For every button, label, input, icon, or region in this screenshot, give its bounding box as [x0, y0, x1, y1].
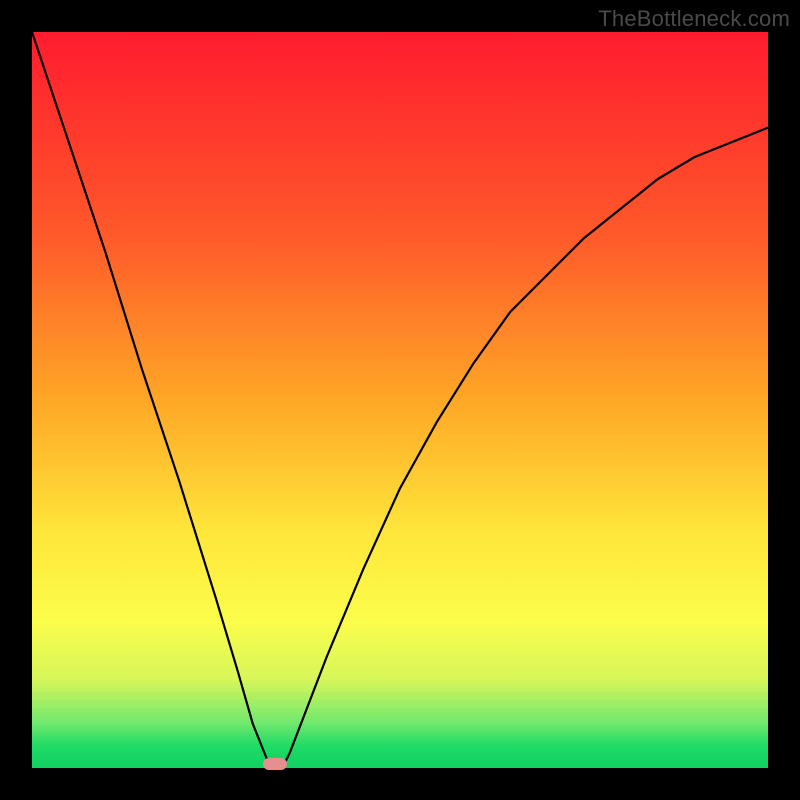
- chart-frame: TheBottleneck.com: [0, 0, 800, 800]
- bottleneck-curve: [32, 32, 768, 768]
- minimum-marker: [263, 758, 287, 770]
- watermark-text: TheBottleneck.com: [598, 6, 790, 32]
- plot-area: [32, 32, 768, 768]
